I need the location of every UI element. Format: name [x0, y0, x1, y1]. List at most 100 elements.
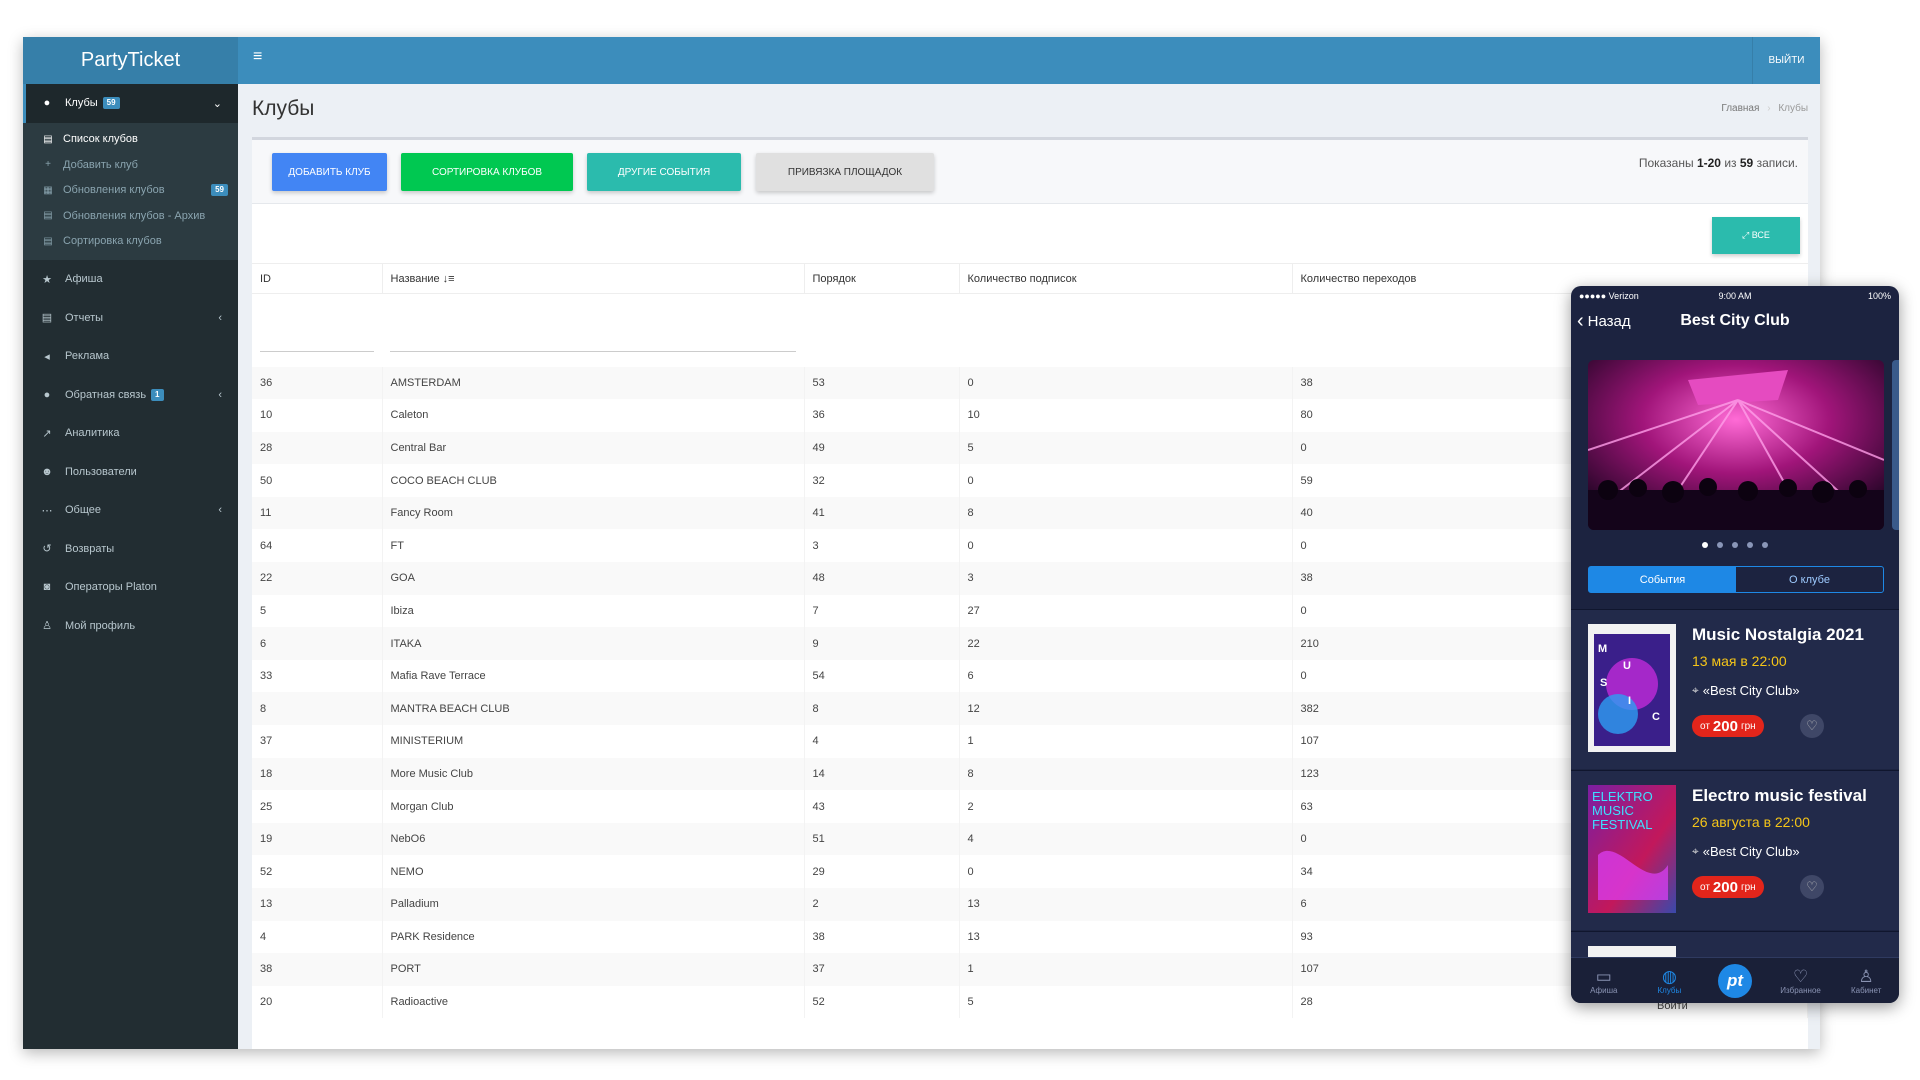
heart-icon[interactable]: ♡ [1800, 714, 1824, 738]
cell-subscriptions: 10 [959, 399, 1293, 432]
sidebar-item-analytics[interactable]: ↗ Аналитика [23, 414, 238, 453]
column-header-order[interactable]: Порядок [804, 263, 960, 294]
cell-id: 10 [252, 399, 383, 432]
logout-button[interactable]: ВЫЙТИ [1752, 37, 1820, 84]
location-pin-icon: ⌖ [1692, 683, 1699, 697]
nav-bar: ‹ Назад Best City Club [1571, 306, 1899, 336]
event-poster: ELEKTRO MUSIC FESTIVAL [1588, 785, 1676, 913]
submenu-item-club-updates[interactable]: ▦ Обновления клубов 59 [23, 178, 238, 204]
sidebar-item-refunds[interactable]: ↺ Возвраты [23, 530, 238, 569]
event-poster: M U S I C [1588, 624, 1676, 752]
price-currency: грн [1740, 720, 1756, 732]
cell-subscriptions: 8 [959, 757, 1293, 791]
users-icon: ☻ [41, 465, 53, 478]
sidebar-item-clubs[interactable]: ● Клубы 59 ⌄ [23, 84, 238, 123]
column-header-subscriptions[interactable]: Количество подписок [959, 263, 1293, 294]
submenu-item-add-club[interactable]: + Добавить клуб [23, 152, 238, 178]
tab-afisha[interactable]: ▭ Афиша [1571, 958, 1637, 1003]
chevron-left-icon: ‹ [218, 388, 222, 401]
tab-about-club[interactable]: О клубе [1736, 567, 1883, 592]
heart-icon[interactable]: ♡ [1800, 875, 1824, 899]
summary-total: 59 [1739, 156, 1754, 170]
carousel-dot[interactable] [1747, 542, 1753, 548]
svg-text:S: S [1600, 677, 1607, 689]
cell-subscriptions: 13 [959, 888, 1293, 921]
hamburger-icon[interactable]: ≡ [253, 48, 262, 66]
sidebar-item-general[interactable]: ⋯ Общее ‹ [23, 491, 238, 530]
add-club-button[interactable]: ДОБАВИТЬ КЛУБ [272, 153, 387, 191]
column-header-id[interactable]: ID [252, 263, 383, 294]
comment-icon: ● [43, 388, 51, 401]
brand-logo[interactable]: PartyTicket [23, 37, 238, 84]
carousel-dot[interactable] [1717, 542, 1723, 548]
cell-subscriptions: 1 [959, 953, 1293, 986]
cell-subscriptions: 13 [959, 920, 1293, 954]
show-all-button[interactable]: ⤢ ВСЕ [1712, 217, 1800, 254]
sidebar-item-afisha[interactable]: ★ Афиша [23, 260, 238, 299]
cell-id: 28 [252, 431, 383, 465]
column-header-name[interactable]: Название ↓≡ [382, 263, 805, 294]
sidebar-item-ads[interactable]: ◂ Реклама [23, 337, 238, 376]
carousel-dot[interactable] [1702, 542, 1708, 548]
carousel-dot[interactable] [1762, 542, 1768, 548]
carousel-dot[interactable] [1732, 542, 1738, 548]
sidebar-item-platon-operators[interactable]: ◙ Операторы Platon [23, 568, 238, 607]
cell-id: 33 [252, 659, 383, 693]
event-card[interactable]: ELEKTRO MUSIC FESTIVAL Electro music fes… [1571, 770, 1899, 930]
name-filter-input[interactable] [390, 324, 796, 353]
tab-home[interactable]: pt [1702, 958, 1768, 1003]
event-venue-name: «Best City Club» [1702, 683, 1800, 698]
cell-order: 54 [804, 659, 960, 693]
svg-text:U: U [1623, 660, 1631, 672]
cell-subscriptions: 22 [959, 627, 1293, 660]
id-filter-input[interactable] [260, 324, 374, 353]
price-button[interactable]: от 200 грн [1692, 876, 1764, 898]
summary-range: 1-20 [1696, 156, 1721, 170]
chevron-left-icon: ‹ [218, 311, 222, 324]
cell-order: 4 [804, 725, 960, 758]
submenu-item-club-list[interactable]: ▤ Список клубов [23, 127, 238, 153]
tab-favorites[interactable]: ♡ Избранное [1768, 958, 1834, 1003]
chevron-down-icon: ⌄ [212, 97, 222, 110]
star-icon: ★ [42, 273, 52, 286]
summary-suffix: записи. [1756, 156, 1798, 170]
cell-order: 37 [804, 953, 960, 986]
bind-venues-button[interactable]: ПРИВЯЗКА ПЛОЩАДОК [756, 153, 934, 191]
other-events-button[interactable]: ДРУГИЕ СОБЫТИЯ [587, 153, 741, 191]
event-venue: ⌖ «Best City Club» [1692, 683, 1800, 698]
sort-icon[interactable]: ↓≡ [443, 273, 455, 285]
admin-window: PartyTicket ≡ ВЫЙТИ ● Клубы 59 ⌄ ▤ Списо… [23, 37, 1820, 1049]
submenu-item-updates-archive[interactable]: ▤ Обновления клубов - Архив [23, 203, 238, 229]
tab-label: Кабинет [1850, 985, 1882, 995]
price-from: от [1700, 720, 1710, 732]
breadcrumb-home[interactable]: Главная [1721, 103, 1759, 114]
list-icon: ▤ [43, 235, 53, 247]
submenu-item-label: Обновления клубов - Архив [63, 209, 206, 222]
cell-name: MANTRA BEACH CLUB [382, 692, 805, 726]
cell-id: 20 [252, 985, 383, 1019]
filter-cell [382, 293, 804, 367]
sidebar-item-users[interactable]: ☻ Пользователи [23, 453, 238, 492]
sidebar-item-feedback[interactable]: ● Обратная связь 1 ‹ [23, 376, 238, 415]
svg-text:MUSIC: MUSIC [1592, 803, 1634, 818]
price-button[interactable]: от 200 грн [1692, 715, 1764, 737]
sidebar-item-label: Обратная связь [65, 388, 147, 401]
sidebar-item-reports[interactable]: ▤ Отчеты ‹ [23, 299, 238, 338]
tab-events[interactable]: События [1589, 567, 1736, 592]
cell-order: 36 [804, 399, 960, 432]
club-photo[interactable] [1588, 360, 1884, 530]
tab-clubs[interactable]: ◍ Клубы [1637, 958, 1703, 1003]
svg-text:M: M [1598, 643, 1607, 655]
sidebar-item-my-profile[interactable]: ♙ Мой профиль [23, 607, 238, 646]
submenu-item-label: Сортировка клубов [63, 235, 162, 248]
sort-clubs-button[interactable]: СОРТИРОВКА КЛУБОВ [401, 153, 573, 191]
svg-text:FESTIVAL: FESTIVAL [1592, 817, 1652, 832]
cell-order: 8 [804, 692, 960, 726]
cell-name: Mafia Rave Terrace [382, 659, 805, 693]
tab-cabinet[interactable]: ♙ Кабинет [1833, 958, 1899, 1003]
filter-cell [252, 293, 382, 367]
event-card[interactable]: M U S I C Music Nostalgia 2021 13 мая в … [1571, 609, 1899, 769]
submenu-item-club-sorting[interactable]: ▤ Сортировка клубов [23, 229, 238, 255]
carousel-next-photo[interactable] [1892, 360, 1899, 530]
sidebar-item-label: Афиша [65, 273, 103, 286]
